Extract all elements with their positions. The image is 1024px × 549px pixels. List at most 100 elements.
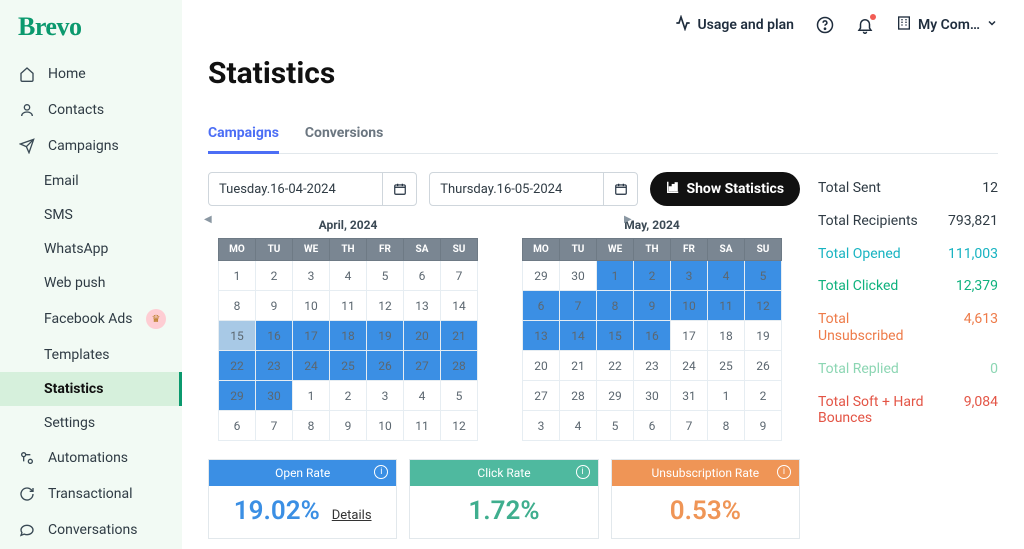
notifications-icon[interactable] xyxy=(856,16,874,34)
cal-day[interactable]: 8 xyxy=(219,291,256,321)
cal-prev[interactable]: ◀ xyxy=(204,214,212,225)
cal-day[interactable]: 3 xyxy=(671,261,708,291)
cal-day[interactable]: 8 xyxy=(708,411,745,441)
help-icon[interactable] xyxy=(816,16,834,34)
nav-transactional[interactable]: Transactional xyxy=(0,476,182,512)
cal-day[interactable]: 4 xyxy=(708,261,745,291)
cal-day[interactable]: 14 xyxy=(560,321,597,351)
cal-day[interactable]: 12 xyxy=(441,411,478,441)
cal-day[interactable]: 28 xyxy=(560,381,597,411)
cal-day[interactable]: 24 xyxy=(293,351,330,381)
nav-conversations[interactable]: Conversations xyxy=(0,512,182,548)
cal-day[interactable]: 23 xyxy=(256,351,293,381)
cal-day[interactable]: 15 xyxy=(597,321,634,351)
cal-day[interactable]: 6 xyxy=(404,261,441,291)
cal-day[interactable]: 29 xyxy=(523,261,560,291)
cal-day[interactable]: 16 xyxy=(256,321,293,351)
cal-day[interactable]: 18 xyxy=(330,321,367,351)
cal-day[interactable]: 8 xyxy=(597,291,634,321)
cal-day[interactable]: 25 xyxy=(330,351,367,381)
cal-day[interactable]: 5 xyxy=(745,261,782,291)
sub-statistics[interactable]: Statistics xyxy=(0,372,182,406)
cal-day[interactable]: 6 xyxy=(523,291,560,321)
sub-fbads[interactable]: Facebook Ads ♛ xyxy=(44,300,182,338)
nav-home[interactable]: Home xyxy=(0,56,182,92)
cal-day[interactable]: 13 xyxy=(404,291,441,321)
cal-day[interactable]: 20 xyxy=(523,351,560,381)
cal-day[interactable]: 1 xyxy=(708,381,745,411)
cal-day[interactable]: 21 xyxy=(441,321,478,351)
cal-day[interactable]: 22 xyxy=(597,351,634,381)
cal-day[interactable]: 10 xyxy=(671,291,708,321)
cal-day[interactable]: 6 xyxy=(634,411,671,441)
cal-day[interactable]: 7 xyxy=(671,411,708,441)
cal-day[interactable]: 22 xyxy=(219,351,256,381)
cal-day[interactable]: 24 xyxy=(671,351,708,381)
cal-day[interactable]: 2 xyxy=(745,381,782,411)
cal-day[interactable]: 26 xyxy=(745,351,782,381)
cal-day[interactable]: 25 xyxy=(708,351,745,381)
cal-day[interactable]: 30 xyxy=(560,261,597,291)
cal-day[interactable]: 7 xyxy=(441,261,478,291)
cal-day[interactable]: 1 xyxy=(219,261,256,291)
company-menu[interactable]: My Com… xyxy=(896,15,998,35)
cal-day[interactable]: 17 xyxy=(293,321,330,351)
cal-day[interactable]: 4 xyxy=(560,411,597,441)
cal-day[interactable]: 10 xyxy=(367,411,404,441)
cal-day[interactable]: 14 xyxy=(441,291,478,321)
nav-contacts[interactable]: Contacts xyxy=(0,92,182,128)
cal-day[interactable]: 31 xyxy=(671,381,708,411)
cal-day[interactable]: 20 xyxy=(404,321,441,351)
cal-day[interactable]: 4 xyxy=(330,261,367,291)
cal-day[interactable]: 9 xyxy=(745,411,782,441)
cal-day[interactable]: 19 xyxy=(367,321,404,351)
cal-day[interactable]: 3 xyxy=(293,261,330,291)
cal-day[interactable]: 4 xyxy=(404,381,441,411)
cal-day[interactable]: 3 xyxy=(367,381,404,411)
cal-day[interactable]: 19 xyxy=(745,321,782,351)
nav-campaigns[interactable]: Campaigns xyxy=(0,128,182,164)
cal-day[interactable]: 21 xyxy=(560,351,597,381)
cal-day[interactable]: 15 xyxy=(219,321,256,351)
sub-webpush[interactable]: Web push xyxy=(44,266,182,300)
sub-templates[interactable]: Templates xyxy=(44,338,182,372)
cal-day[interactable]: 27 xyxy=(404,351,441,381)
cal-day[interactable]: 12 xyxy=(367,291,404,321)
cal-day[interactable]: 11 xyxy=(708,291,745,321)
nav-automations[interactable]: Automations xyxy=(0,440,182,476)
usage-plan-link[interactable]: Usage and plan xyxy=(675,15,793,35)
cal-day[interactable]: 7 xyxy=(256,411,293,441)
calendar-icon[interactable] xyxy=(382,173,416,205)
cal-day[interactable]: 2 xyxy=(256,261,293,291)
cal-day[interactable]: 6 xyxy=(219,411,256,441)
show-statistics-button[interactable]: Show Statistics xyxy=(650,172,800,206)
cal-day[interactable]: 9 xyxy=(330,411,367,441)
cal-day[interactable]: 9 xyxy=(634,291,671,321)
sub-email[interactable]: Email xyxy=(44,164,182,198)
info-icon[interactable]: i xyxy=(374,465,388,479)
cal-day[interactable]: 3 xyxy=(523,411,560,441)
calendar-icon[interactable] xyxy=(603,173,637,205)
info-icon[interactable]: i xyxy=(576,465,590,479)
cal-day[interactable]: 23 xyxy=(634,351,671,381)
date-from-input[interactable]: Tuesday.16-04-2024 xyxy=(208,172,417,206)
tab-campaigns[interactable]: Campaigns xyxy=(208,115,279,154)
info-icon[interactable]: i xyxy=(777,465,791,479)
cal-day[interactable]: 18 xyxy=(708,321,745,351)
date-to-input[interactable]: Thursday.16-05-2024 xyxy=(429,172,638,206)
tab-conversions[interactable]: Conversions xyxy=(305,115,383,153)
cal-day[interactable]: 16 xyxy=(634,321,671,351)
cal-day[interactable]: 5 xyxy=(597,411,634,441)
cal-day[interactable]: 9 xyxy=(256,291,293,321)
cal-day[interactable]: 30 xyxy=(634,381,671,411)
cal-day[interactable]: 11 xyxy=(330,291,367,321)
cal-day[interactable]: 30 xyxy=(256,381,293,411)
details-link[interactable]: Details xyxy=(332,508,372,523)
cal-day[interactable]: 29 xyxy=(597,381,634,411)
cal-day[interactable]: 1 xyxy=(293,381,330,411)
sub-settings[interactable]: Settings xyxy=(44,406,182,440)
cal-day[interactable]: 29 xyxy=(219,381,256,411)
cal-day[interactable]: 8 xyxy=(293,411,330,441)
sub-whatsapp[interactable]: WhatsApp xyxy=(44,232,182,266)
cal-day[interactable]: 2 xyxy=(634,261,671,291)
